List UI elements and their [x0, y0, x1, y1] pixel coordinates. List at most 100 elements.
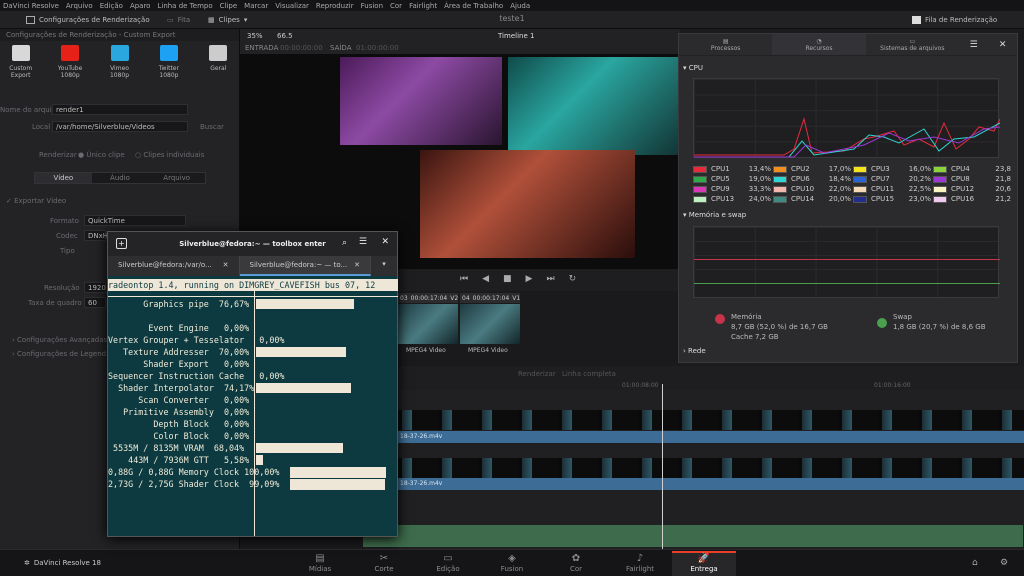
color-swatch[interactable] [933, 185, 947, 193]
network-section-header[interactable]: › Rede [683, 347, 706, 355]
menu-item[interactable]: Aparo [130, 2, 151, 10]
color-swatch[interactable] [773, 175, 787, 183]
render-queue-button[interactable]: Fila de Renderização [908, 13, 1001, 27]
close-icon[interactable]: ✕ [381, 237, 389, 247]
menu-item[interactable]: Ajuda [510, 2, 530, 10]
color-swatch[interactable] [693, 175, 707, 183]
resolution-input[interactable]: 1920 [84, 282, 106, 293]
clip-thumbnail[interactable] [460, 304, 520, 344]
menu-item[interactable]: Linha de Tempo [157, 2, 212, 10]
loop-icon[interactable]: ↻ [569, 274, 577, 284]
color-swatch[interactable] [853, 165, 867, 173]
color-swatch[interactable] [933, 165, 947, 173]
chevron-down-icon[interactable]: ▾ [371, 256, 397, 276]
tab-processes[interactable]: ▤ Processos [679, 34, 772, 55]
gear-icon[interactable]: ⚙ [1000, 558, 1008, 568]
menu-icon[interactable]: ☰ [359, 237, 367, 247]
color-swatch[interactable] [933, 175, 947, 183]
page-tab-4[interactable]: ✿ Cor [544, 553, 608, 573]
format-select[interactable]: QuickTime [84, 215, 186, 226]
menu-item[interactable]: Visualizar [275, 2, 309, 10]
menu-item[interactable]: DaVinci Resolve [3, 2, 59, 10]
menu-icon[interactable]: ☰ [970, 40, 978, 50]
page-tab-6[interactable]: 🚀 Entrega [672, 551, 736, 576]
single-clip-radio[interactable]: ● Único clipe [78, 151, 125, 159]
audio-clip-a1[interactable] [363, 525, 1023, 547]
menu-item[interactable]: Área de Trabalho [444, 2, 503, 10]
preset-2[interactable]: Vimeo 1080p [101, 45, 138, 79]
play-reverse-icon[interactable]: ◀ [482, 274, 489, 284]
advanced-settings-toggle[interactable]: › Configurações Avançadas [12, 336, 107, 344]
terminal-output[interactable]: radeontop 1.4, running on DIMGREY_CAVEFI… [108, 276, 398, 538]
in-value: 00:00:00:00 [280, 44, 323, 52]
color-swatch[interactable] [853, 185, 867, 193]
stop-icon[interactable]: ■ [503, 274, 512, 284]
color-swatch[interactable] [693, 195, 707, 203]
menu-item[interactable]: Cor [390, 2, 402, 10]
color-swatch[interactable] [693, 185, 707, 193]
preview-frame [340, 57, 502, 145]
skip-back-icon[interactable]: ⏮ [460, 274, 468, 284]
color-swatch[interactable] [773, 185, 787, 193]
search-icon[interactable]: ⌕ [342, 238, 347, 248]
close-icon[interactable]: ✕ [999, 40, 1007, 50]
color-swatch[interactable] [693, 165, 707, 173]
menu-item[interactable]: Arquivo [66, 2, 93, 10]
location-input[interactable]: /var/home/Silverblue/Videos [52, 121, 188, 132]
color-swatch[interactable] [933, 195, 947, 203]
page-tab-3[interactable]: ◈ Fusion [480, 553, 544, 573]
new-tab-icon[interactable]: + [116, 238, 127, 249]
zoom-level[interactable]: 35% [247, 32, 263, 40]
preset-4[interactable]: Geral [200, 45, 237, 79]
color-swatch[interactable] [773, 165, 787, 173]
preset-row: Custom Export YouTube 1080p Vimeo 1080p Twi… [0, 41, 239, 83]
tab-file[interactable]: Arquivo [148, 173, 205, 183]
preset-1[interactable]: YouTube 1080p [51, 45, 88, 79]
timeline-ruler: Renderizar Linha completa 01:00:08:00 01… [398, 366, 1024, 390]
cpu-usage: 21,8 [995, 175, 1011, 183]
home-icon[interactable]: ⌂ [972, 558, 978, 568]
timeline-name[interactable]: Timeline 1 [498, 32, 534, 40]
radeontop-row-label: Shader Export 0,00% [108, 359, 250, 369]
memory-section-header[interactable]: ▾ Memória e swap [683, 211, 746, 219]
queue-icon [912, 16, 921, 24]
skip-forward-icon[interactable]: ⏭ [546, 274, 554, 284]
menu-item[interactable]: Fusion [361, 2, 383, 10]
export-video-checkbox[interactable]: ✓ Exportar Vídeo [6, 197, 66, 205]
page-tab-5[interactable]: ♪ Fairlight [608, 553, 672, 573]
clip-thumbnail[interactable] [398, 304, 458, 344]
preset-0[interactable]: Custom Export [2, 45, 39, 79]
browse-button[interactable]: Buscar [200, 123, 224, 131]
tab-filesystems[interactable]: ▭ Sistemas de arquivos [866, 34, 959, 55]
close-icon[interactable]: ✕ [223, 261, 229, 269]
filename-input[interactable]: render1 [52, 104, 188, 115]
page-tab-2[interactable]: ▭ Edição [416, 553, 480, 573]
tab-video[interactable]: Vídeo [35, 173, 92, 183]
playhead[interactable] [662, 384, 663, 549]
video-clip-v1[interactable]: 18-37-26.m4v [398, 478, 1024, 490]
codec-select[interactable]: DNxHR [84, 230, 113, 241]
color-swatch[interactable] [853, 175, 867, 183]
cpu-section-header[interactable]: ▾ CPU [683, 64, 703, 72]
render-range-select[interactable]: Linha completa [562, 370, 616, 378]
menu-item[interactable]: Edição [100, 2, 123, 10]
menu-item[interactable]: Reproduzir [316, 2, 354, 10]
close-icon[interactable]: ✕ [354, 261, 360, 269]
subtitle-settings-toggle[interactable]: › Configurações de Legenda [12, 350, 110, 358]
play-icon[interactable]: ▶ [526, 274, 533, 284]
color-swatch[interactable] [773, 195, 787, 203]
page-tab-0[interactable]: ▤ Mídias [288, 553, 352, 573]
menu-item[interactable]: Clipe [220, 2, 238, 10]
menu-item[interactable]: Marcar [244, 2, 268, 10]
terminal-tab-2[interactable]: Silverblue@fedora:~ — to... ✕ [239, 256, 371, 276]
menu-item[interactable]: Fairlight [409, 2, 437, 10]
individual-clips-radio[interactable]: ○ Clipes individuais [135, 151, 204, 159]
video-clip-v2[interactable]: 18-37-26.m4v [398, 431, 1024, 443]
tab-audio[interactable]: Áudio [92, 173, 149, 183]
terminal-tab-1[interactable]: Silverblue@fedora:/var/o... ✕ [108, 256, 240, 276]
page-tab-1[interactable]: ✂ Corte [352, 553, 416, 573]
color-swatch[interactable] [853, 195, 867, 203]
preset-3[interactable]: Twitter 1080p [150, 45, 187, 79]
tab-resources[interactable]: ◔ Recursos [772, 34, 866, 55]
framerate-input[interactable]: 60 [84, 297, 106, 308]
